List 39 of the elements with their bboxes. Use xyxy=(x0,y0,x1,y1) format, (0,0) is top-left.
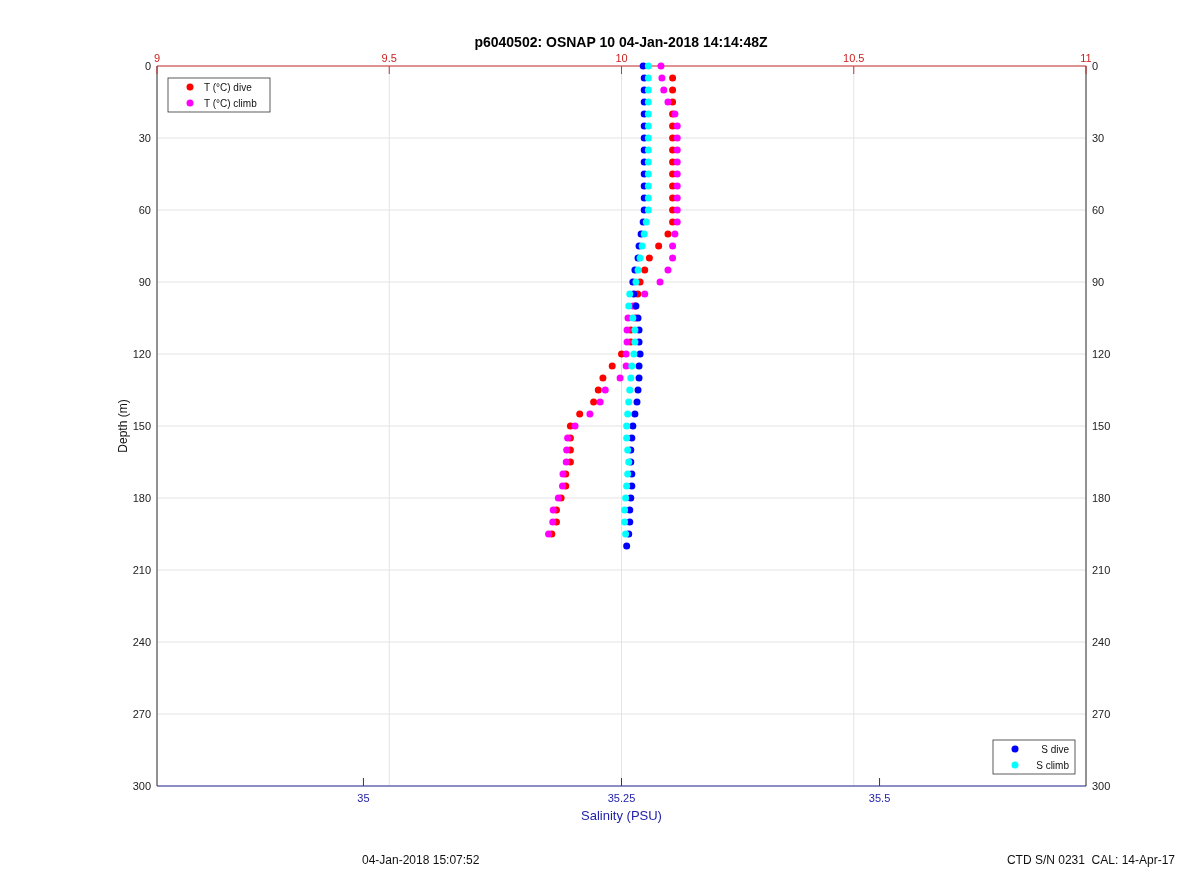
legend-label: T (°C) dive xyxy=(204,82,252,93)
tick-label: 270 xyxy=(1092,708,1111,720)
legend-label: S climb xyxy=(1036,760,1069,771)
legend-label: T (°C) climb xyxy=(204,98,257,109)
tick-label: 10 xyxy=(615,52,628,64)
tick-label: 180 xyxy=(1092,492,1111,504)
tick-label: 0 xyxy=(144,60,151,72)
tick-label: 90 xyxy=(138,276,151,288)
tick-label: 60 xyxy=(138,204,151,216)
tick-label: 240 xyxy=(132,636,151,648)
calibration-text: CTD S/N 0231 CAL: 14-Apr-17 xyxy=(1006,852,1175,869)
tick-label: 35 xyxy=(357,792,370,804)
legend-label: S dive xyxy=(1041,744,1069,755)
tick-label: 30 xyxy=(138,132,151,144)
tick-label: 30 xyxy=(1092,132,1105,144)
tick-label: 150 xyxy=(132,420,151,432)
tick-label: 300 xyxy=(132,780,151,792)
tick-label: 150 xyxy=(1092,420,1111,432)
axis-title: Depth (m) xyxy=(116,399,130,453)
tick-label: 0 xyxy=(1092,60,1099,72)
tick-label: 210 xyxy=(1092,564,1111,576)
tick-label: 240 xyxy=(1092,636,1111,648)
chart-title: p6040502: OSNAP 10 04-Jan-2018 14:14:48Z xyxy=(474,34,768,50)
tick-label: 90 xyxy=(1092,276,1105,288)
axis-title: Salinity (PSU) xyxy=(581,808,662,823)
tick-label: 210 xyxy=(132,564,151,576)
tick-label: 11 xyxy=(1080,52,1092,64)
tick-label: 120 xyxy=(1092,348,1111,360)
tick-label: 60 xyxy=(1092,204,1105,216)
tick-label: 10.5 xyxy=(843,52,865,64)
tick-label: 300 xyxy=(1092,780,1111,792)
tick-label: 9 xyxy=(153,52,161,64)
timestamp-text: 04-Jan-2018 15:07:52 xyxy=(362,852,480,869)
tick-label: 270 xyxy=(132,708,151,720)
tick-label: 180 xyxy=(132,492,151,504)
tick-label: 9.5 xyxy=(381,52,397,64)
tick-label: 35.25 xyxy=(607,792,636,804)
tick-label: 120 xyxy=(132,348,151,360)
tick-label: 35.5 xyxy=(868,792,891,804)
